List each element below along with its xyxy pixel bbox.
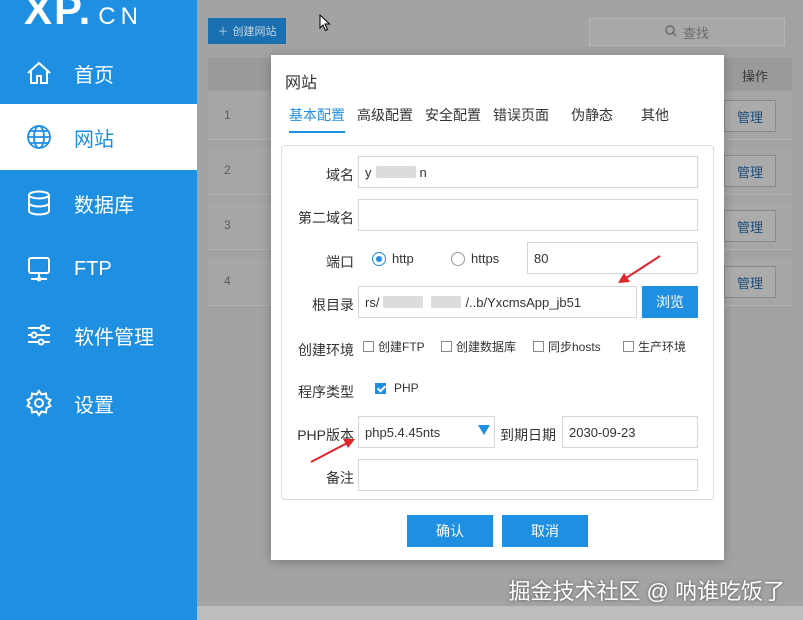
- server-icon: [24, 254, 54, 284]
- domain-label: 域名: [326, 167, 354, 183]
- sidebar-item-label: 首页: [74, 64, 114, 87]
- redacted-text: [431, 296, 462, 308]
- confirm-button[interactable]: 确认: [407, 515, 493, 547]
- sidebar-item-label: 软件管理: [74, 326, 154, 349]
- create-db-checkbox[interactable]: 创建数据库: [441, 338, 516, 355]
- manage-button[interactable]: 管理: [724, 100, 776, 132]
- dropdown-caret-icon: [478, 425, 490, 435]
- tab-basic[interactable]: 基本配置: [289, 105, 345, 133]
- sliders-icon: [24, 320, 54, 350]
- watermark: 掘金技术社区 @ 呐谁吃饭了: [508, 579, 785, 604]
- row-number: 3: [224, 218, 231, 232]
- gear-icon: [24, 388, 54, 418]
- sync-hosts-checkbox[interactable]: 同步hosts: [533, 338, 601, 355]
- op-column-header: 操作: [741, 69, 768, 84]
- sidebar-item-website[interactable]: 网站: [0, 104, 197, 170]
- sidebar-item-label: 网站: [74, 128, 114, 151]
- root-dir-field[interactable]: rs//..b/YxcmsApp_jb51: [358, 286, 637, 318]
- app-logo: XP. CN: [24, 0, 143, 33]
- php-checkbox[interactable]: PHP: [375, 381, 419, 395]
- sidebar-item-ftp[interactable]: FTP: [0, 236, 197, 302]
- domain-field[interactable]: yn: [358, 156, 698, 188]
- tab-advanced[interactable]: 高级配置: [357, 105, 413, 133]
- dialog-title: 网站: [285, 75, 318, 92]
- sidebar-item-label: FTP: [74, 257, 112, 280]
- tab-other[interactable]: 其他: [641, 105, 669, 133]
- root-dir-label: 根目录: [312, 297, 354, 313]
- website-dialog: 网站 基本配置 高级配置 安全配置 错误页面 伪静态 其他 域名 yn 第二域名…: [271, 55, 724, 560]
- sidebar-item-label: 数据库: [74, 194, 134, 217]
- search-input[interactable]: 查找: [589, 18, 785, 46]
- tab-error-pages[interactable]: 错误页面: [493, 105, 549, 133]
- mouse-cursor-icon: [319, 14, 331, 32]
- manage-button[interactable]: 管理: [724, 155, 776, 187]
- dialog-tabs: 基本配置 高级配置 安全配置 错误页面 伪静态 其他: [289, 105, 681, 133]
- search-icon: [665, 24, 677, 40]
- port-field[interactable]: 80: [527, 242, 698, 274]
- sidebar-item-settings[interactable]: 设置: [0, 370, 197, 436]
- create-website-button[interactable]: ＋ 创建网站: [208, 18, 286, 44]
- second-domain-label: 第二域名: [298, 210, 354, 226]
- env-label: 创建环境: [298, 342, 354, 358]
- port-label: 端口: [326, 254, 354, 270]
- sidebar: XP. CN 首页 网站 数据库 FTP 软件管理 设置: [0, 0, 197, 620]
- sidebar-item-software[interactable]: 软件管理: [0, 302, 197, 368]
- expire-date-field[interactable]: 2030-09-23: [562, 416, 698, 448]
- redacted-text: [383, 296, 424, 308]
- tab-security[interactable]: 安全配置: [425, 105, 481, 133]
- expire-date-label: 到期日期: [500, 427, 556, 443]
- plus-icon: ＋: [217, 26, 229, 38]
- redacted-text: [375, 166, 416, 178]
- browse-button[interactable]: 浏览: [642, 286, 698, 318]
- manage-button[interactable]: 管理: [724, 266, 776, 298]
- create-ftp-checkbox[interactable]: 创建FTP: [363, 338, 425, 355]
- bottom-bar: [197, 606, 803, 620]
- php-version-label: PHP版本: [297, 427, 354, 443]
- remark-label: 备注: [326, 470, 354, 486]
- production-env-checkbox[interactable]: 生产环境: [623, 338, 686, 355]
- remark-field[interactable]: [358, 459, 698, 491]
- program-type-label: 程序类型: [298, 384, 354, 400]
- row-number: 2: [224, 163, 231, 177]
- row-number: 4: [224, 274, 231, 288]
- cancel-button[interactable]: 取消: [502, 515, 588, 547]
- second-domain-field[interactable]: [358, 199, 698, 231]
- tab-rewrite[interactable]: 伪静态: [571, 105, 613, 133]
- sidebar-item-database[interactable]: 数据库: [0, 170, 197, 236]
- sidebar-item-home[interactable]: 首页: [0, 40, 197, 106]
- database-icon: [24, 188, 54, 218]
- php-version-select[interactable]: php5.4.45nts: [358, 416, 495, 448]
- https-radio[interactable]: https: [451, 251, 499, 266]
- row-number: 1: [224, 108, 231, 122]
- home-icon: [24, 58, 54, 88]
- sidebar-item-label: 设置: [74, 394, 114, 417]
- globe-icon: [24, 122, 54, 152]
- manage-button[interactable]: 管理: [724, 210, 776, 242]
- http-radio[interactable]: http: [372, 251, 414, 266]
